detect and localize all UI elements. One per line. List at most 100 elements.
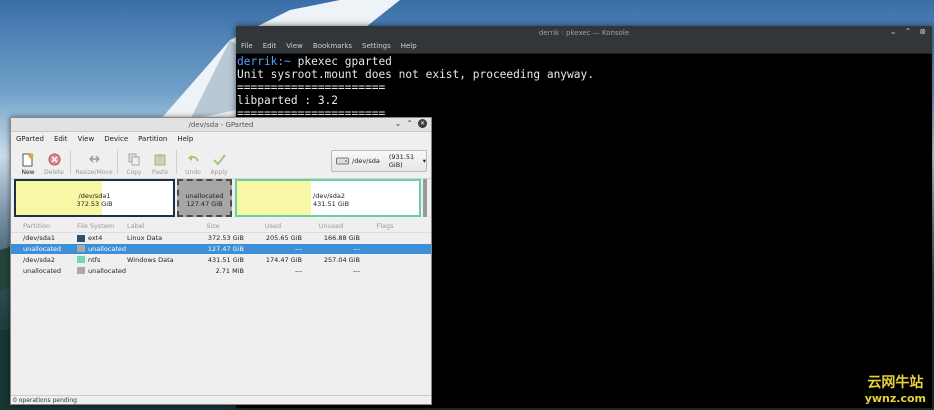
column-header[interactable]: Unused xyxy=(302,222,360,230)
menu-gparted[interactable]: GParted xyxy=(16,135,44,143)
partition-size: 431.51 GiB xyxy=(313,200,350,208)
table-row[interactable]: /dev/sda1 ext4 Linux Data 372.53 GiB 205… xyxy=(11,233,431,244)
terminal-command: pkexec gparted xyxy=(290,55,392,68)
terminal-output[interactable]: derrik:~ pkexec gparted Unit sysroot.mou… xyxy=(236,54,932,121)
apply-button[interactable]: Apply xyxy=(206,148,232,176)
table-row[interactable]: /dev/sda2 ntfs Windows Data 431.51 GiB 1… xyxy=(11,254,431,265)
konsole-titlebar[interactable]: derrik : pkexec — Konsole ⌄ ⌃ ⊗ xyxy=(236,26,932,39)
close-icon[interactable]: ✕ xyxy=(418,119,427,128)
menu-help[interactable]: Help xyxy=(401,42,417,50)
cell-size: 2.71 MiB xyxy=(215,266,244,275)
filesystem-color-swatch xyxy=(77,256,85,264)
cell-filesystem: ntfs xyxy=(88,255,101,264)
disk-map-partition-sda2[interactable]: /dev/sda2 431.51 GiB xyxy=(235,179,421,217)
new-icon xyxy=(21,153,35,167)
cell-filesystem: unallocated xyxy=(88,266,127,275)
disk-map: /dev/sda1 372.53 GiB unallocated 127.47 … xyxy=(14,179,427,219)
partition-name: /dev/sda2 xyxy=(313,192,345,200)
menu-device[interactable]: Device xyxy=(104,135,128,143)
column-header[interactable]: Partition xyxy=(11,222,77,230)
used-space-fill xyxy=(237,181,311,215)
partition-size: 372.53 GiB xyxy=(76,200,113,208)
column-header[interactable]: Label xyxy=(127,222,182,230)
toolbar-separator xyxy=(176,149,177,174)
resize-icon xyxy=(87,153,101,167)
menu-edit[interactable]: Edit xyxy=(263,42,277,50)
terminal-line: libparted : 3.2 xyxy=(237,94,339,107)
watermark-site: ywnz.com xyxy=(864,392,926,405)
cell-partition: /dev/sda2 xyxy=(23,255,55,264)
menu-help[interactable]: Help xyxy=(177,135,193,143)
menu-file[interactable]: File xyxy=(241,42,253,50)
partition-size: 127.47 GiB xyxy=(186,200,223,208)
maximize-icon[interactable]: ⌃ xyxy=(905,27,912,36)
disk-map-unallocated[interactable]: unallocated 127.47 GiB xyxy=(177,179,232,217)
undo-button[interactable]: Undo xyxy=(180,148,206,176)
cell-partition: /dev/sda1 xyxy=(23,234,55,243)
gparted-menubar: GParted Edit View Device Partition Help xyxy=(11,132,431,145)
delete-label: Delete xyxy=(44,168,64,176)
terminal-line: ====================== xyxy=(237,81,386,94)
watermark: 云网牛站 ywnz.com xyxy=(865,376,926,406)
copy-button[interactable]: Copy xyxy=(121,148,147,176)
terminal-prompt: derrik:~ xyxy=(237,55,291,68)
table-row-selected[interactable]: unallocated unallocated 127.47 GiB --- -… xyxy=(11,243,431,255)
cell-partition: unallocated xyxy=(23,266,62,275)
cell-unused: 166.88 GiB xyxy=(323,234,360,243)
close-icon[interactable]: ⊗ xyxy=(919,27,926,36)
menu-edit[interactable]: Edit xyxy=(54,135,68,143)
gparted-title: /dev/sda - GParted xyxy=(188,120,254,129)
menu-view[interactable]: View xyxy=(78,135,95,143)
cell-unused: 257.04 GiB xyxy=(323,255,360,264)
column-header[interactable]: File System xyxy=(77,222,127,230)
minimize-icon[interactable]: ⌄ xyxy=(395,119,402,128)
resize-move-label: Resize/Move xyxy=(75,168,113,176)
apply-label: Apply xyxy=(210,168,228,176)
menu-partition[interactable]: Partition xyxy=(138,135,167,143)
gparted-titlebar[interactable]: /dev/sda - GParted ⌄ ⌃ ✕ xyxy=(11,118,431,132)
cell-used: 174.47 GiB xyxy=(265,255,302,264)
disk-map-tail-partition[interactable] xyxy=(423,179,427,217)
cell-size: 127.47 GiB xyxy=(207,244,244,253)
maximize-icon[interactable]: ⌃ xyxy=(406,119,413,128)
cell-used: 205.65 GiB xyxy=(265,234,302,243)
cell-size: 431.51 GiB xyxy=(207,255,244,264)
konsole-title: derrik : pkexec — Konsole xyxy=(538,28,630,37)
menu-bookmarks[interactable]: Bookmarks xyxy=(313,42,352,50)
resize-move-button[interactable]: Resize/Move xyxy=(74,148,114,176)
cell-label: Linux Data xyxy=(127,234,163,243)
menu-settings[interactable]: Settings xyxy=(362,42,391,50)
copy-icon xyxy=(127,153,141,167)
harddisk-icon xyxy=(336,156,349,167)
new-label: New xyxy=(21,168,35,176)
paste-button[interactable]: Paste xyxy=(147,148,173,176)
minimize-icon[interactable]: ⌄ xyxy=(890,27,897,36)
partition-name: /dev/sda1 xyxy=(78,192,111,200)
paste-label: Paste xyxy=(151,168,169,176)
delete-icon xyxy=(47,153,61,167)
copy-label: Copy xyxy=(126,168,142,176)
cell-unused: --- xyxy=(352,244,360,253)
column-header[interactable]: Flags xyxy=(360,222,410,230)
gparted-window[interactable]: /dev/sda - GParted ⌄ ⌃ ✕ GParted Edit Vi… xyxy=(10,117,432,405)
cell-size: 372.53 GiB xyxy=(207,234,244,243)
gparted-toolbar: New Delete Resize/Move Copy Paste Undo A… xyxy=(11,145,431,179)
device-selector[interactable]: /dev/sda (931.51 GiB) ▾ xyxy=(331,150,427,172)
konsole-menubar: File Edit View Bookmarks Settings Help xyxy=(236,39,932,54)
cell-unused: --- xyxy=(352,266,360,275)
partition-table: Partition File System Label Size Used Un… xyxy=(11,221,431,276)
paste-icon xyxy=(153,153,167,167)
toolbar-separator xyxy=(70,149,71,174)
new-button[interactable]: New xyxy=(15,148,41,176)
filesystem-color-swatch xyxy=(77,234,85,242)
partition-name: unallocated xyxy=(185,192,224,200)
cell-filesystem: unallocated xyxy=(88,244,127,253)
device-size: (931.51 GiB) xyxy=(388,153,415,169)
column-header[interactable]: Used xyxy=(244,222,302,230)
menu-view[interactable]: View xyxy=(286,42,303,50)
disk-map-partition-sda1[interactable]: /dev/sda1 372.53 GiB xyxy=(14,179,175,217)
undo-icon xyxy=(186,153,200,167)
delete-button[interactable]: Delete xyxy=(41,148,67,176)
column-header[interactable]: Size xyxy=(182,222,244,230)
table-row[interactable]: unallocated unallocated 2.71 MiB --- --- xyxy=(11,265,431,276)
